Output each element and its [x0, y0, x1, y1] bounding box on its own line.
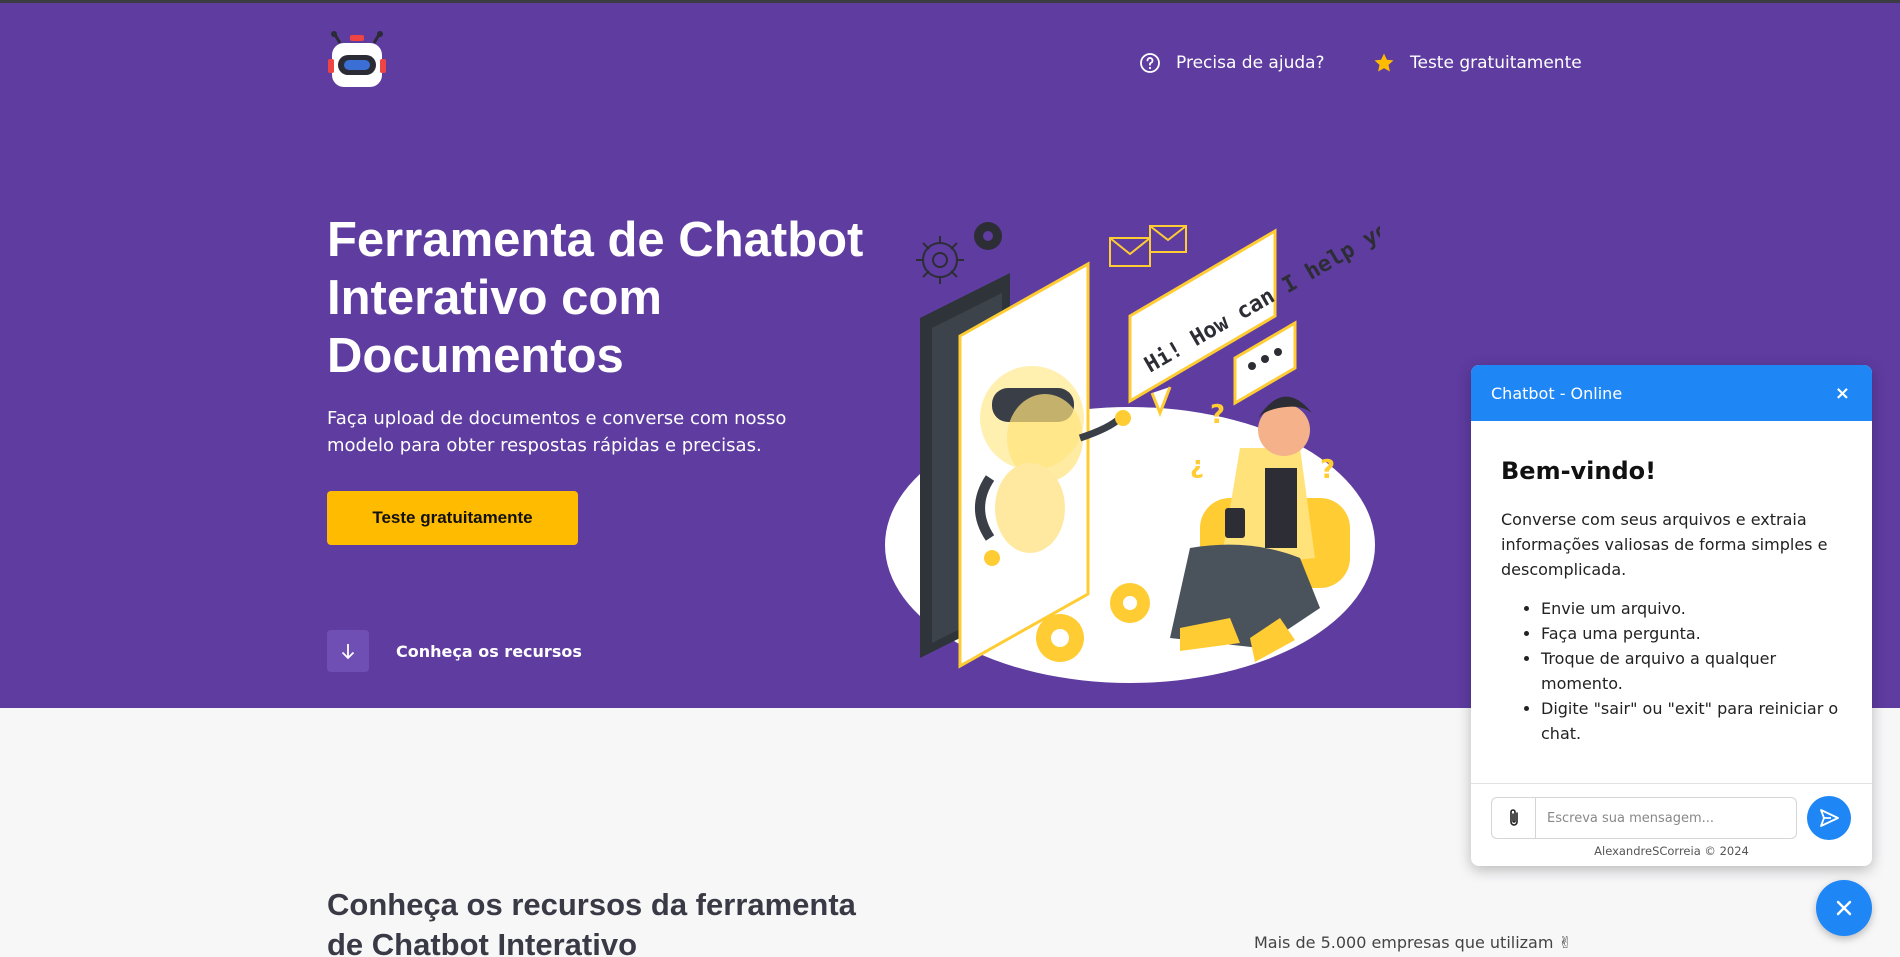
- star-icon: [1374, 53, 1394, 72]
- chat-copyright: AlexandreSCorreia © 2024: [1594, 844, 1749, 858]
- explore-features-label: Conheça os recursos: [396, 641, 582, 661]
- chat-close-icon[interactable]: ×: [1835, 383, 1850, 404]
- list-item: Faça uma pergunta.: [1541, 621, 1842, 646]
- chat-footer: AlexandreSCorreia © 2024: [1471, 783, 1872, 858]
- message-input[interactable]: [1535, 797, 1797, 839]
- attach-file-button[interactable]: [1491, 797, 1535, 839]
- chatbot-illustration: Hi! How can I help you? ? ? ¿: [885, 208, 1380, 683]
- hero-title: Ferramenta de Chatbot Interativo com Doc…: [327, 213, 864, 383]
- gear-icon: [974, 222, 1002, 250]
- list-item: Envie um arquivo.: [1541, 596, 1842, 621]
- close-icon: [1836, 900, 1852, 916]
- help-circle-icon: [1140, 53, 1160, 73]
- arrow-down-icon: [327, 630, 369, 672]
- chatbot-window: Chatbot - Online × Bem-vindo! Converse c…: [1471, 365, 1872, 866]
- nav-help-label: Precisa de ajuda?: [1176, 53, 1325, 73]
- welcome-intro: Converse com seus arquivos e extraia inf…: [1501, 510, 1828, 579]
- svg-text:?: ?: [1320, 455, 1335, 485]
- explore-features-link[interactable]: Conheça os recursos: [327, 630, 582, 672]
- gear-icon: [916, 236, 964, 284]
- chat-input-row: [1491, 796, 1851, 840]
- chat-header: Chatbot - Online ×: [1471, 365, 1872, 421]
- paperclip-icon: [1509, 809, 1518, 826]
- send-icon: [1820, 809, 1839, 827]
- chat-messages: Bem-vindo! Converse com seus arquivos e …: [1471, 421, 1872, 746]
- nav-free-trial-link[interactable]: Teste gratuitamente: [1372, 51, 1582, 75]
- hero-subtitle: Faça upload de documentos e converse com…: [327, 408, 787, 456]
- chat-header-title: Chatbot - Online: [1491, 383, 1623, 403]
- nav-free-trial-label: Teste gratuitamente: [1410, 53, 1582, 73]
- chat-toggle-button[interactable]: [1816, 880, 1872, 936]
- free-trial-button[interactable]: Teste gratuitamente: [327, 491, 578, 545]
- robot-head-icon[interactable]: [326, 31, 388, 89]
- svg-text:?: ?: [1210, 400, 1225, 430]
- list-item: Troque de arquivo a qualquer momento.: [1541, 646, 1842, 696]
- instructions-list: Envie um arquivo. Faça uma pergunta. Tro…: [1501, 596, 1842, 746]
- svg-text:¿: ¿: [1190, 451, 1204, 479]
- send-button[interactable]: [1807, 796, 1851, 840]
- welcome-title: Bem-vindo!: [1501, 457, 1657, 485]
- nav-help-link[interactable]: Precisa de ajuda?: [1138, 51, 1325, 75]
- companies-count-text: Mais de 5.000 empresas que utilizam ✌: [1254, 933, 1572, 952]
- list-item: Digite "sair" ou "exit" para reiniciar o…: [1541, 696, 1842, 746]
- features-section-title: Conheça os recursos da ferramenta de Cha…: [327, 887, 856, 957]
